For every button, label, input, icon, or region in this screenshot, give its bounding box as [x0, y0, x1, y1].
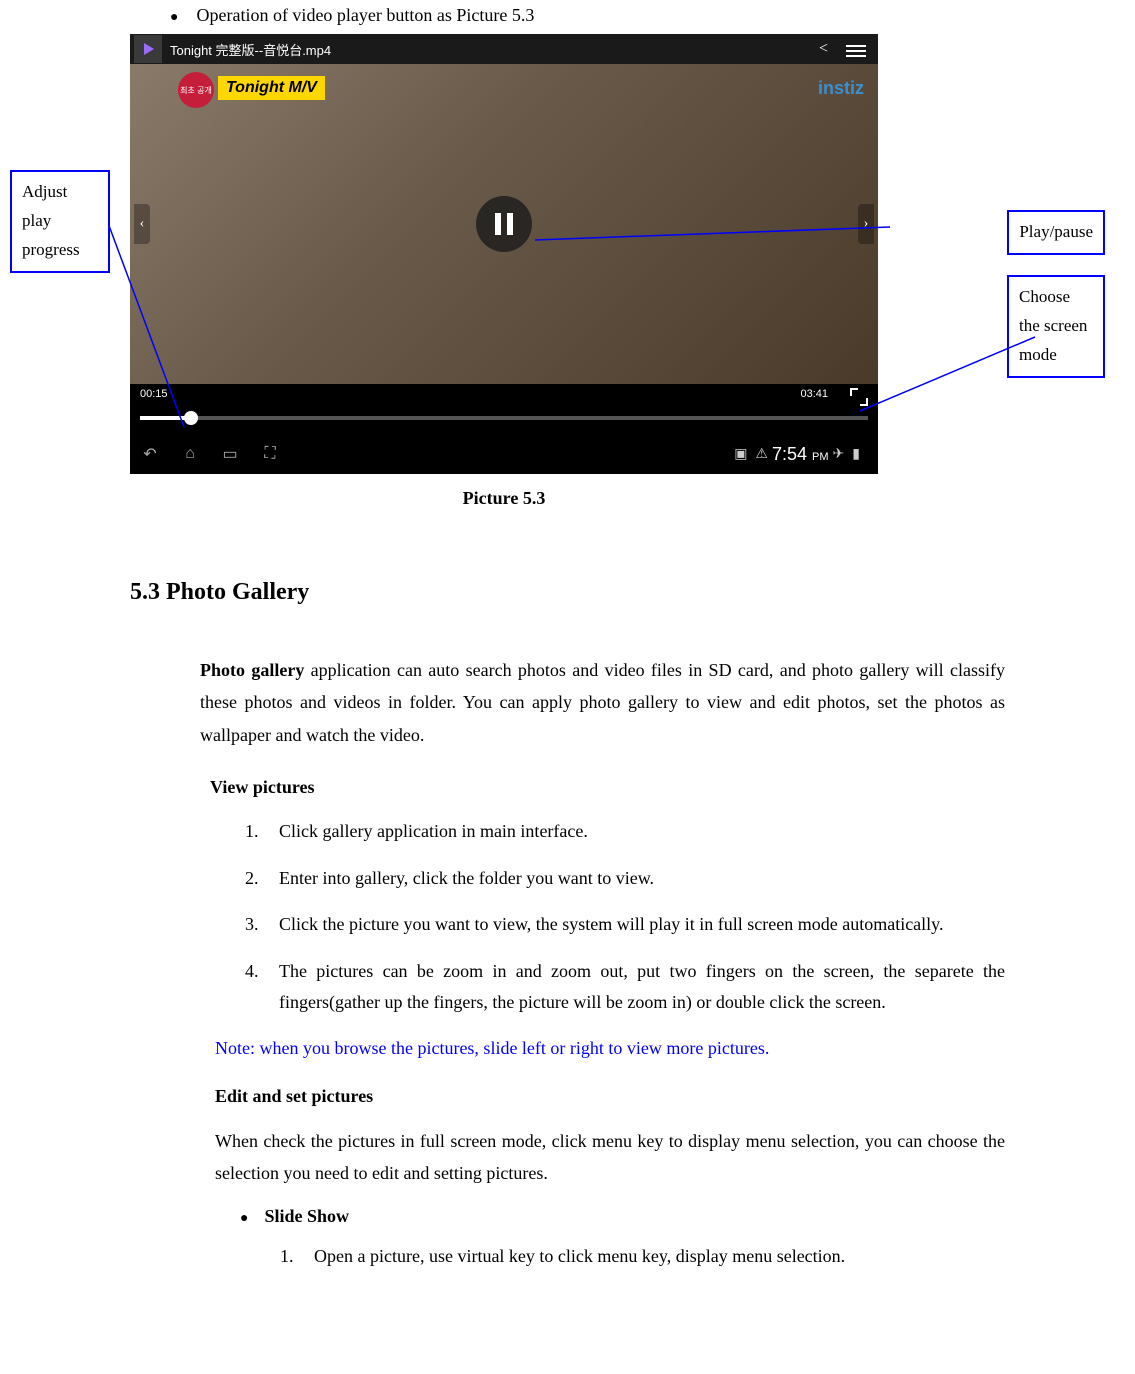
slide-show-steps: 1.Open a picture, use virtual key to cli… [280, 1241, 1005, 1272]
list-item: 2.Enter into gallery, click the folder y… [245, 863, 1005, 894]
video-player-screenshot: Tonight 完整版--音悦台.mp4 < 최초 공개 Tonight M/V… [130, 34, 878, 474]
warning-icon: ⚠ [755, 446, 768, 463]
progress-thumb[interactable] [184, 411, 198, 425]
airplane-icon: ✈ [833, 446, 845, 463]
list-item: 1.Click gallery application in main inte… [245, 816, 1005, 847]
screenshot-icon[interactable]: ⛶ [250, 445, 290, 463]
recent-icon[interactable]: ▭ [210, 444, 250, 464]
annotation-adjust-progress: Adjust play progress [10, 170, 110, 273]
list-item: 4.The pictures can be zoom in and zoom o… [245, 956, 1005, 1017]
list-item: 1.Open a picture, use virtual key to cli… [280, 1241, 1005, 1272]
intro-text: Operation of video player button as Pict… [196, 5, 534, 26]
premiere-badge: 최초 공개 [178, 72, 214, 108]
section-heading: 5.3 Photo Gallery [130, 579, 1135, 606]
battery-icon: ▮ [852, 446, 860, 463]
gallery-status-icon: ▣ [734, 446, 747, 463]
bullet-icon: ● [170, 10, 178, 26]
annotation-screen-mode: Choose the screen mode [1007, 275, 1105, 378]
elapsed-time: 00:15 [140, 388, 168, 400]
edit-pictures-heading: Edit and set pictures [215, 1086, 1135, 1107]
home-icon[interactable]: ⌂ [170, 445, 210, 463]
video-overlay-label: Tonight M/V [218, 76, 325, 100]
back-icon[interactable]: ↶ [130, 444, 170, 464]
gallery-paragraph: Photo gallery application can auto searc… [200, 654, 1005, 751]
figure-caption: Picture 5.3 [130, 488, 878, 509]
chevron-left-icon[interactable]: ‹ [134, 204, 150, 244]
android-navbar: ↶ ⌂ ▭ ⛶ ▣ ⚠ 7:54 PM ✈ ▮ [130, 434, 878, 474]
slide-show-heading: Slide Show [264, 1206, 349, 1227]
progress-area: 00:15 03:41 [130, 384, 878, 434]
gallery-paragraph-lead: Photo gallery [200, 660, 304, 680]
video-frame: 최초 공개 Tonight M/V instiz ‹ › [130, 64, 878, 384]
note-text: Note: when you browse the pictures, slid… [215, 1033, 1005, 1064]
player-topbar: Tonight 完整版--音悦台.mp4 < [130, 34, 878, 64]
status-time: 7:54 PM [772, 444, 829, 465]
bullet-icon: ● [240, 1211, 248, 1227]
progress-track[interactable] [140, 416, 868, 420]
list-item: 3.Click the picture you want to view, th… [245, 909, 1005, 940]
brand-watermark: instiz [818, 78, 864, 99]
annotation-play-pause: Play/pause [1007, 210, 1105, 255]
menu-icon[interactable] [846, 42, 866, 56]
edit-paragraph: When check the pictures in full screen m… [215, 1125, 1005, 1190]
share-icon[interactable]: < [819, 40, 828, 58]
app-icon [134, 35, 162, 63]
pause-icon [495, 213, 513, 235]
chevron-right-icon[interactable]: › [858, 204, 874, 244]
play-pause-button[interactable] [476, 196, 532, 252]
view-pictures-heading: View pictures [210, 777, 1135, 798]
view-pictures-steps: 1.Click gallery application in main inte… [245, 816, 1005, 1017]
video-title: Tonight 完整版--音悦台.mp4 [170, 40, 331, 59]
fullscreen-icon[interactable] [850, 388, 868, 406]
total-time: 03:41 [800, 388, 828, 400]
